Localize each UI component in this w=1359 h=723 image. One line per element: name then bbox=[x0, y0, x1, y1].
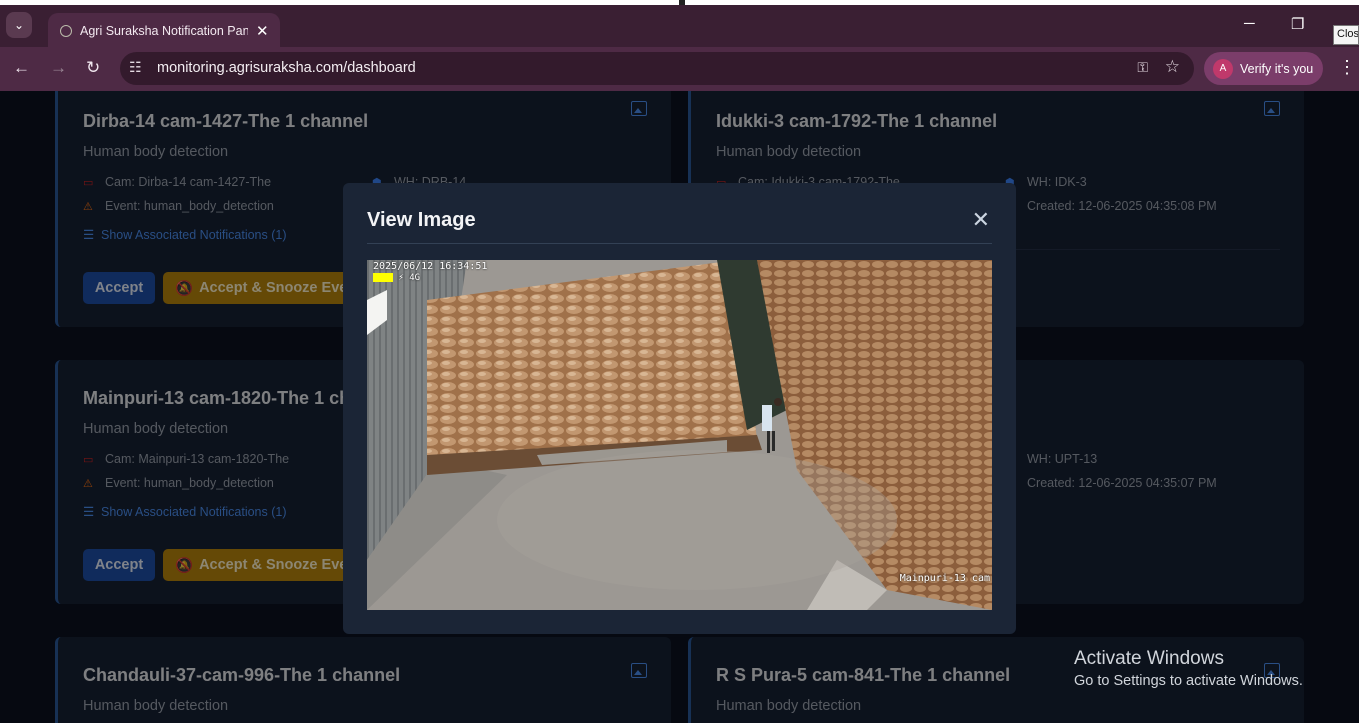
tab-title: Agri Suraksha Notification Pane bbox=[80, 24, 248, 38]
close-tooltip: Clos bbox=[1333, 25, 1359, 45]
camera-signal: ⚡ 4G bbox=[373, 273, 420, 283]
modal-divider bbox=[367, 243, 992, 244]
url-text[interactable]: monitoring.agrisuraksha.com/dashboard bbox=[157, 60, 416, 76]
profile-verify-label: Verify it's you bbox=[1240, 61, 1314, 76]
browser-toolbar: ← → ↻ ☷ monitoring.agrisuraksha.com/dash… bbox=[0, 47, 1359, 91]
restore-icon[interactable]: ❐ bbox=[1291, 15, 1304, 33]
browser-tab-active[interactable]: Agri Suraksha Notification Pane ✕ bbox=[48, 13, 280, 49]
warehouse-scene bbox=[367, 260, 992, 610]
menu-kebab-icon[interactable]: ⋮ bbox=[1338, 57, 1356, 78]
tab-search-button[interactable]: ⌄ bbox=[6, 12, 32, 38]
profile-verify-button[interactable]: A Verify it's you bbox=[1204, 52, 1323, 85]
watermark-title: Activate Windows bbox=[1074, 648, 1224, 669]
globe-icon bbox=[60, 25, 72, 37]
browser-titlebar: ⌄ Agri Suraksha Notification Pane ✕ ─ ❐ … bbox=[0, 5, 1359, 49]
battery-icon bbox=[373, 273, 393, 282]
site-info-icon[interactable]: ☷ bbox=[129, 59, 142, 76]
reload-icon[interactable]: ↻ bbox=[86, 58, 100, 78]
avatar: A bbox=[1213, 58, 1233, 79]
key-icon[interactable]: ⚿ bbox=[1137, 59, 1148, 76]
forward-icon[interactable]: → bbox=[50, 58, 67, 78]
close-icon[interactable]: ✕ bbox=[972, 209, 990, 231]
chevron-down-icon: ⌄ bbox=[13, 18, 25, 32]
address-bar[interactable]: ☷ monitoring.agrisuraksha.com/dashboard … bbox=[120, 52, 1194, 85]
view-image-modal: View Image ✕ 2025/06/12 16:34:51 ⚡ 4G Ma… bbox=[343, 183, 1016, 634]
camera-timestamp: 2025/06/12 16:34:51 bbox=[373, 261, 488, 272]
watermark-subtitle: Go to Settings to activate Windows. bbox=[1074, 673, 1303, 689]
tab-close-icon[interactable]: ✕ bbox=[256, 22, 269, 40]
modal-title: View Image bbox=[367, 209, 476, 231]
back-icon[interactable]: ← bbox=[13, 58, 30, 78]
bookmark-star-icon[interactable]: ☆ bbox=[1165, 57, 1180, 77]
signal-text: 4G bbox=[409, 273, 421, 283]
windows-activation-watermark: Activate Windows Go to Settings to activ… bbox=[1074, 648, 1303, 689]
camera-overlay-label: Mainpuri-13 cam bbox=[899, 573, 990, 584]
camera-snapshot: 2025/06/12 16:34:51 ⚡ 4G Mainpuri-13 cam bbox=[367, 260, 992, 610]
minimize-icon[interactable]: ─ bbox=[1244, 15, 1255, 32]
